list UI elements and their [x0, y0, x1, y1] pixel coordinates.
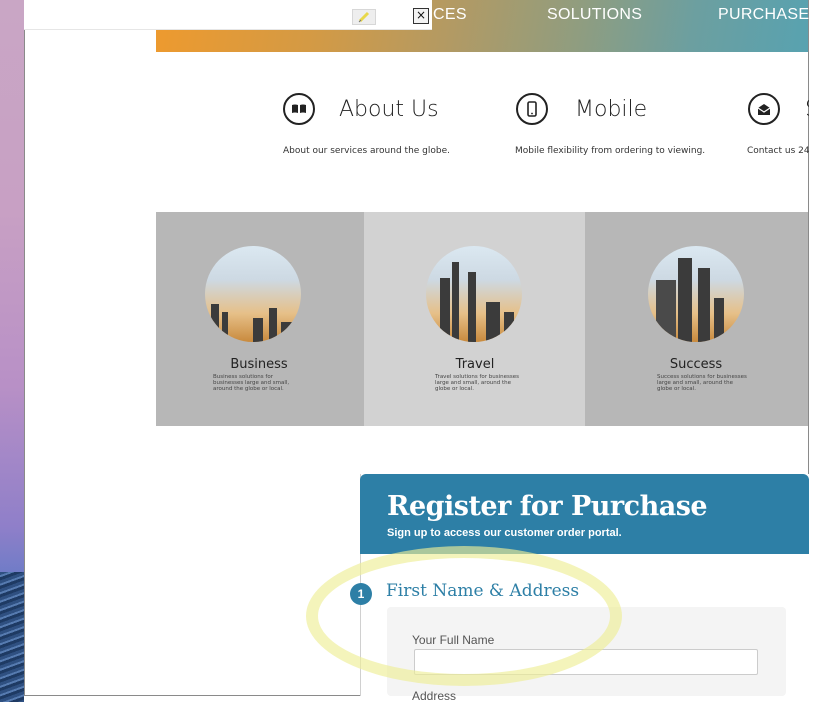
city-skyline-image [426, 246, 522, 342]
tile-desc-travel: Travel solutions for businesses large an… [435, 374, 520, 392]
feature-title-mobile: Mobile [575, 97, 648, 122]
feature-title-about-us: About Us [339, 97, 439, 122]
nav-item-services[interactable]: CES [433, 6, 467, 24]
city-skyline-image [205, 246, 301, 342]
highlight-annotation [306, 546, 622, 686]
feature-desc-mobile: Mobile flexibility from ordering to view… [515, 146, 706, 156]
phone-icon [516, 93, 548, 125]
tile-success[interactable]: Success Success solutions for businesses… [585, 212, 808, 426]
feature-desc-contact: Contact us 24/ [747, 146, 813, 156]
register-title: Register for Purchase [387, 491, 708, 522]
register-subtitle: Sign up to access our customer order por… [387, 527, 622, 539]
mail-icon [748, 93, 780, 125]
tile-travel[interactable]: Travel Travel solutions for businesses l… [364, 212, 585, 426]
pencil-button[interactable] [352, 9, 376, 25]
tile-business[interactable]: Business Business solutions for business… [156, 212, 364, 426]
screen-margin [809, 0, 820, 702]
tile-title-travel: Travel [455, 357, 495, 372]
feature-desc-about-us: About our services around the globe. [283, 146, 450, 156]
close-button[interactable]: × [413, 8, 429, 24]
desktop-background [0, 0, 24, 702]
tile-title-success: Success [669, 357, 723, 372]
tile-desc-business: Business solutions for businesses large … [213, 374, 290, 392]
tile-title-business: Business [230, 357, 288, 372]
desktop-rock-image [0, 572, 24, 702]
pencil-icon [358, 11, 370, 23]
address-label: Address [412, 689, 457, 703]
nav-item-solutions[interactable]: SOLUTIONS [547, 6, 642, 24]
nav-item-purchase[interactable]: PURCHASE [718, 6, 809, 24]
tile-desc-success: Success solutions for businesses large a… [657, 374, 747, 392]
book-icon [283, 93, 315, 125]
city-skyline-image [648, 246, 744, 342]
